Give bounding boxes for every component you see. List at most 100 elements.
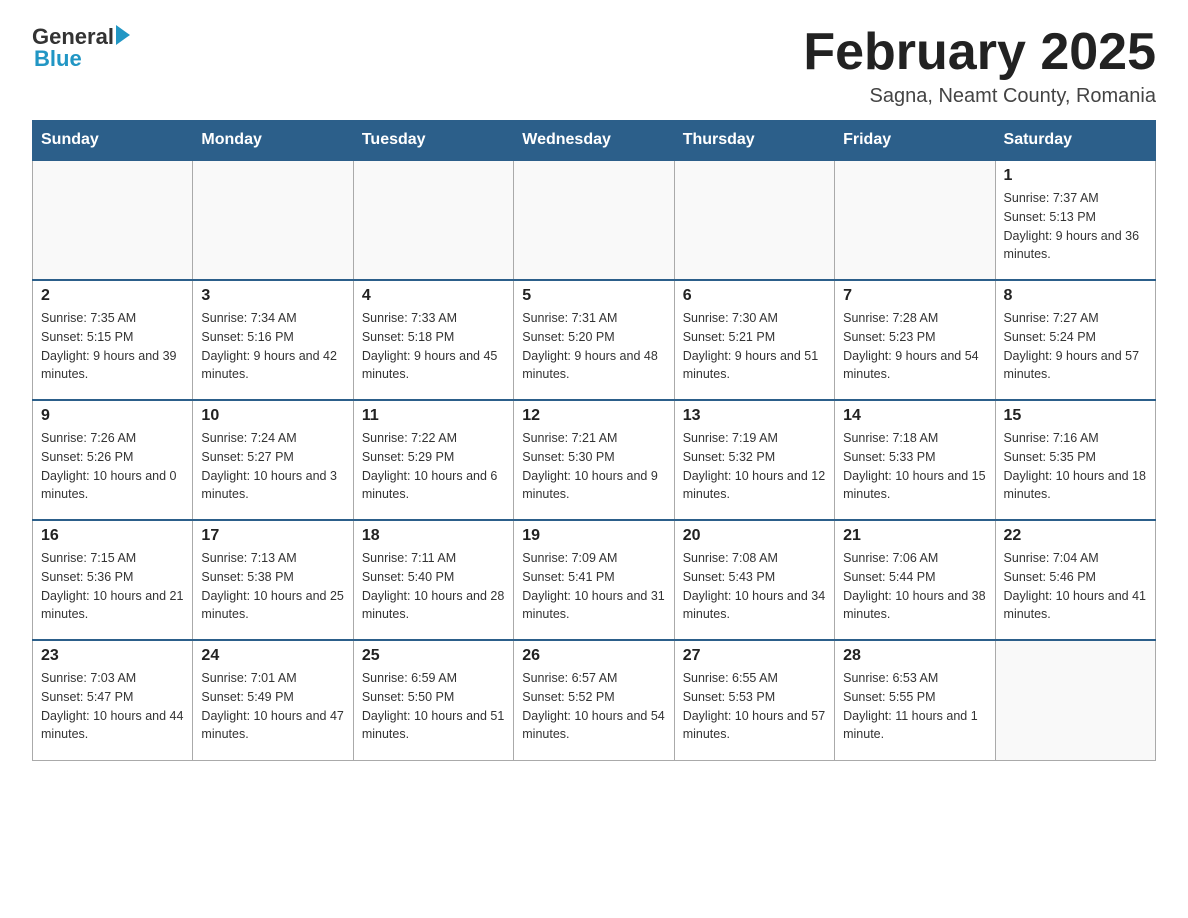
day-info: Sunrise: 7:31 AMSunset: 5:20 PMDaylight:… bbox=[522, 309, 665, 384]
calendar-cell: 4 Sunrise: 7:33 AMSunset: 5:18 PMDaylight… bbox=[353, 280, 513, 400]
calendar-cell: 16 Sunrise: 7:15 AMSunset: 5:36 PMDayligh… bbox=[33, 520, 193, 640]
day-number: 7 bbox=[843, 287, 986, 305]
calendar-cell: 27 Sunrise: 6:55 AMSunset: 5:53 PMDayligh… bbox=[674, 640, 834, 760]
day-info: Sunrise: 7:04 AMSunset: 5:46 PMDaylight:… bbox=[1004, 549, 1147, 624]
day-number: 6 bbox=[683, 287, 826, 305]
day-number: 16 bbox=[41, 527, 184, 545]
calendar-cell: 7 Sunrise: 7:28 AMSunset: 5:23 PMDaylight… bbox=[835, 280, 995, 400]
calendar-cell: 5 Sunrise: 7:31 AMSunset: 5:20 PMDaylight… bbox=[514, 280, 674, 400]
calendar-cell bbox=[674, 160, 834, 280]
calendar-cell bbox=[193, 160, 353, 280]
calendar-cell: 9 Sunrise: 7:26 AMSunset: 5:26 PMDaylight… bbox=[33, 400, 193, 520]
calendar-cell: 6 Sunrise: 7:30 AMSunset: 5:21 PMDaylight… bbox=[674, 280, 834, 400]
calendar-day-header: Sunday bbox=[33, 121, 193, 161]
day-number: 4 bbox=[362, 287, 505, 305]
calendar-cell: 21 Sunrise: 7:06 AMSunset: 5:44 PMDayligh… bbox=[835, 520, 995, 640]
day-info: Sunrise: 7:08 AMSunset: 5:43 PMDaylight:… bbox=[683, 549, 826, 624]
day-info: Sunrise: 7:35 AMSunset: 5:15 PMDaylight:… bbox=[41, 309, 184, 384]
calendar-cell: 10 Sunrise: 7:24 AMSunset: 5:27 PMDayligh… bbox=[193, 400, 353, 520]
calendar-day-header: Monday bbox=[193, 121, 353, 161]
calendar-cell bbox=[835, 160, 995, 280]
day-info: Sunrise: 7:03 AMSunset: 5:47 PMDaylight:… bbox=[41, 669, 184, 744]
day-number: 22 bbox=[1004, 527, 1147, 545]
day-number: 28 bbox=[843, 647, 986, 665]
day-info: Sunrise: 7:11 AMSunset: 5:40 PMDaylight:… bbox=[362, 549, 505, 624]
calendar-cell: 15 Sunrise: 7:16 AMSunset: 5:35 PMDayligh… bbox=[995, 400, 1155, 520]
day-info: Sunrise: 7:28 AMSunset: 5:23 PMDaylight:… bbox=[843, 309, 986, 384]
calendar-cell: 20Sunrise: 7:08 AMSunset: 5:43 PMDayligh… bbox=[674, 520, 834, 640]
day-number: 19 bbox=[522, 527, 665, 545]
title-area: February 2025 Sagna, Neamt County, Roman… bbox=[803, 24, 1156, 108]
day-number: 2 bbox=[41, 287, 184, 305]
calendar-day-header: Tuesday bbox=[353, 121, 513, 161]
calendar-cell bbox=[514, 160, 674, 280]
day-number: 18 bbox=[362, 527, 505, 545]
day-number: 10 bbox=[201, 407, 344, 425]
calendar-week-row: 16 Sunrise: 7:15 AMSunset: 5:36 PMDayligh… bbox=[33, 520, 1156, 640]
calendar-week-row: 9 Sunrise: 7:26 AMSunset: 5:26 PMDaylight… bbox=[33, 400, 1156, 520]
calendar-cell: 28 Sunrise: 6:53 AMSunset: 5:55 PMDayligh… bbox=[835, 640, 995, 760]
calendar-cell: 26Sunrise: 6:57 AMSunset: 5:52 PMDayligh… bbox=[514, 640, 674, 760]
logo: General Blue bbox=[32, 24, 130, 72]
day-info: Sunrise: 7:13 AMSunset: 5:38 PMDaylight:… bbox=[201, 549, 344, 624]
day-number: 9 bbox=[41, 407, 184, 425]
calendar-cell: 13 Sunrise: 7:19 AMSunset: 5:32 PMDayligh… bbox=[674, 400, 834, 520]
calendar-cell: 11Sunrise: 7:22 AMSunset: 5:29 PMDayligh… bbox=[353, 400, 513, 520]
day-info: Sunrise: 7:26 AMSunset: 5:26 PMDaylight:… bbox=[41, 429, 184, 504]
day-number: 25 bbox=[362, 647, 505, 665]
calendar-week-row: 23 Sunrise: 7:03 AMSunset: 5:47 PMDayligh… bbox=[33, 640, 1156, 760]
calendar-cell: 1Sunrise: 7:37 AMSunset: 5:13 PMDaylight… bbox=[995, 160, 1155, 280]
calendar-day-header: Wednesday bbox=[514, 121, 674, 161]
calendar-cell: 22 Sunrise: 7:04 AMSunset: 5:46 PMDayligh… bbox=[995, 520, 1155, 640]
day-info: Sunrise: 7:27 AMSunset: 5:24 PMDaylight:… bbox=[1004, 309, 1147, 384]
day-info: Sunrise: 7:21 AMSunset: 5:30 PMDaylight:… bbox=[522, 429, 665, 504]
calendar-cell: 12 Sunrise: 7:21 AMSunset: 5:30 PMDayligh… bbox=[514, 400, 674, 520]
day-info: Sunrise: 7:15 AMSunset: 5:36 PMDaylight:… bbox=[41, 549, 184, 624]
day-number: 5 bbox=[522, 287, 665, 305]
calendar-day-header: Thursday bbox=[674, 121, 834, 161]
calendar-cell: 23 Sunrise: 7:03 AMSunset: 5:47 PMDayligh… bbox=[33, 640, 193, 760]
calendar-cell: 3Sunrise: 7:34 AMSunset: 5:16 PMDaylight… bbox=[193, 280, 353, 400]
calendar-cell: 25 Sunrise: 6:59 AMSunset: 5:50 PMDayligh… bbox=[353, 640, 513, 760]
day-info: Sunrise: 6:57 AMSunset: 5:52 PMDaylight:… bbox=[522, 669, 665, 744]
day-number: 11 bbox=[362, 407, 505, 425]
day-info: Sunrise: 7:30 AMSunset: 5:21 PMDaylight:… bbox=[683, 309, 826, 384]
day-info: Sunrise: 7:09 AMSunset: 5:41 PMDaylight:… bbox=[522, 549, 665, 624]
day-number: 14 bbox=[843, 407, 986, 425]
calendar: SundayMondayTuesdayWednesdayThursdayFrid… bbox=[32, 120, 1156, 761]
day-number: 12 bbox=[522, 407, 665, 425]
day-info: Sunrise: 7:18 AMSunset: 5:33 PMDaylight:… bbox=[843, 429, 986, 504]
calendar-day-header: Saturday bbox=[995, 121, 1155, 161]
day-number: 24 bbox=[201, 647, 344, 665]
day-info: Sunrise: 7:16 AMSunset: 5:35 PMDaylight:… bbox=[1004, 429, 1147, 504]
calendar-cell bbox=[33, 160, 193, 280]
calendar-cell: 8 Sunrise: 7:27 AMSunset: 5:24 PMDaylight… bbox=[995, 280, 1155, 400]
calendar-day-header: Friday bbox=[835, 121, 995, 161]
calendar-week-row: 1Sunrise: 7:37 AMSunset: 5:13 PMDaylight… bbox=[33, 160, 1156, 280]
day-number: 1 bbox=[1004, 167, 1147, 185]
day-info: Sunrise: 7:33 AMSunset: 5:18 PMDaylight:… bbox=[362, 309, 505, 384]
day-number: 15 bbox=[1004, 407, 1147, 425]
day-info: Sunrise: 7:06 AMSunset: 5:44 PMDaylight:… bbox=[843, 549, 986, 624]
day-info: Sunrise: 6:55 AMSunset: 5:53 PMDaylight:… bbox=[683, 669, 826, 744]
day-number: 27 bbox=[683, 647, 826, 665]
logo-blue: Blue bbox=[34, 46, 82, 72]
calendar-cell: 2 Sunrise: 7:35 AMSunset: 5:15 PMDaylight… bbox=[33, 280, 193, 400]
day-number: 21 bbox=[843, 527, 986, 545]
day-number: 23 bbox=[41, 647, 184, 665]
calendar-header-row: SundayMondayTuesdayWednesdayThursdayFrid… bbox=[33, 121, 1156, 161]
day-info: Sunrise: 6:59 AMSunset: 5:50 PMDaylight:… bbox=[362, 669, 505, 744]
calendar-cell: 17Sunrise: 7:13 AMSunset: 5:38 PMDayligh… bbox=[193, 520, 353, 640]
day-info: Sunrise: 7:01 AMSunset: 5:49 PMDaylight:… bbox=[201, 669, 344, 744]
calendar-cell: 19 Sunrise: 7:09 AMSunset: 5:41 PMDayligh… bbox=[514, 520, 674, 640]
header: General Blue February 2025 Sagna, Neamt … bbox=[32, 24, 1156, 108]
day-info: Sunrise: 7:34 AMSunset: 5:16 PMDaylight:… bbox=[201, 309, 344, 384]
day-info: Sunrise: 7:19 AMSunset: 5:32 PMDaylight:… bbox=[683, 429, 826, 504]
calendar-cell: 14 Sunrise: 7:18 AMSunset: 5:33 PMDayligh… bbox=[835, 400, 995, 520]
day-number: 8 bbox=[1004, 287, 1147, 305]
day-info: Sunrise: 7:24 AMSunset: 5:27 PMDaylight:… bbox=[201, 429, 344, 504]
location-title: Sagna, Neamt County, Romania bbox=[803, 85, 1156, 108]
day-number: 13 bbox=[683, 407, 826, 425]
logo-arrow-icon bbox=[116, 25, 130, 45]
day-info: Sunrise: 6:53 AMSunset: 5:55 PMDaylight:… bbox=[843, 669, 986, 744]
